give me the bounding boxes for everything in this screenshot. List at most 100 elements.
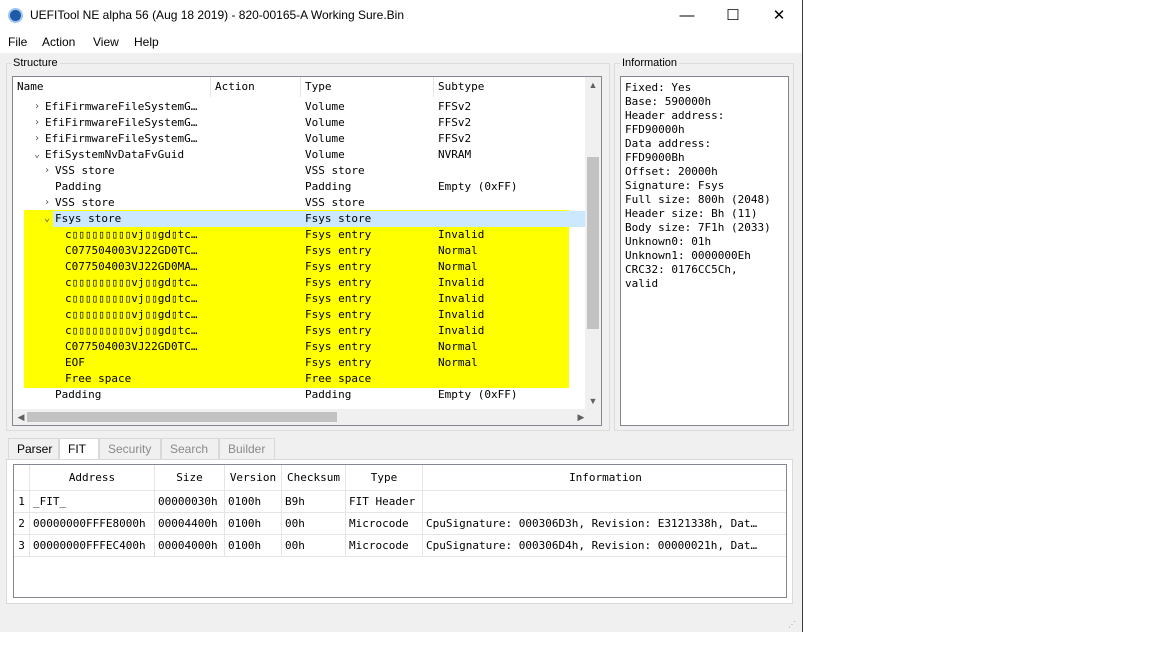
tree-row[interactable]: C077504003VJ22GD0MA… Fsys entry Normal: [13, 259, 589, 275]
menu-file[interactable]: File: [8, 35, 27, 49]
structure-tree[interactable]: Name Action Type Subtype › EfiFirmwareFil…: [12, 76, 602, 426]
fit-cell-size: 00004400h: [155, 513, 225, 535]
fit-cell-address: 00000000FFFEC400h: [30, 535, 155, 557]
fit-column-type[interactable]: Type: [346, 465, 423, 491]
tree-row[interactable]: c▯▯▯▯▯▯▯▯▯vj▯▯gd▯tc… Fsys entry Invalid: [13, 323, 589, 339]
tree-cell-type: Fsys entry: [305, 244, 372, 257]
information-line: Unknown0: 01h: [625, 235, 712, 248]
tree-row[interactable]: › EfiFirmwareFileSystemG… Volume FFSv2: [13, 131, 589, 147]
tree-row[interactable]: › VSS store VSS store: [13, 195, 589, 211]
fit-cell-information: [423, 491, 786, 513]
tree-cell-name: EfiFirmwareFileSystemG…: [45, 116, 198, 129]
expand-chevron-icon[interactable]: ›: [32, 99, 42, 115]
fit-cell-version: 0100h: [225, 491, 282, 513]
tree-cell-type: Fsys entry: [305, 260, 372, 273]
fit-column-version[interactable]: Version: [225, 465, 282, 491]
horizontal-scroll-thumb[interactable]: [27, 412, 337, 422]
fit-column-address[interactable]: Address: [30, 465, 155, 491]
tab-fit[interactable]: FIT: [59, 438, 99, 460]
tree-row[interactable]: c▯▯▯▯▯▯▯▯▯vj▯▯gd▯tc… Fsys entry Invalid: [13, 275, 589, 291]
tree-cell-type: Volume: [305, 116, 345, 129]
vertical-scrollbar[interactable]: ▲ ▼: [585, 77, 601, 409]
menu-help[interactable]: Help: [134, 35, 159, 49]
fit-table-row[interactable]: 1 _FIT_ 00000030h 0100h B9h FIT Header: [14, 491, 786, 513]
tree-cell-name: c▯▯▯▯▯▯▯▯▯vj▯▯gd▯tc…: [65, 308, 198, 321]
expand-chevron-icon[interactable]: ›: [32, 131, 42, 147]
tree-row[interactable]: Padding Padding Empty (0xFF): [13, 387, 589, 403]
fit-column-information[interactable]: Information: [423, 465, 786, 491]
fit-column-checksum[interactable]: Checksum: [282, 465, 346, 491]
tree-row[interactable]: C077504003VJ22GD0TC… Fsys entry Normal: [13, 243, 589, 259]
collapse-chevron-icon[interactable]: ⌄: [32, 147, 42, 163]
horizontal-scrollbar[interactable]: ◀ ▶: [13, 409, 589, 425]
tree-row[interactable]: EOF Fsys entry Normal: [13, 355, 589, 371]
tree-cell-name: EfiFirmwareFileSystemG…: [45, 100, 198, 113]
tree-cell-name: c▯▯▯▯▯▯▯▯▯vj▯▯gd▯tc…: [65, 228, 198, 241]
tab-security[interactable]: Security: [99, 438, 161, 459]
information-line: Full size: 800h (2048): [625, 193, 771, 206]
column-type[interactable]: Type: [301, 77, 434, 97]
expand-chevron-icon[interactable]: ›: [32, 115, 42, 131]
tree-row[interactable]: › VSS store VSS store: [13, 163, 589, 179]
tree-row[interactable]: › EfiFirmwareFileSystemG… Volume FFSv2: [13, 99, 589, 115]
tree-cell-subtype: Empty (0xFF): [438, 388, 518, 401]
minimize-button[interactable]: —: [664, 0, 710, 31]
tree-row[interactable]: › EfiFirmwareFileSystemG… Volume FFSv2: [13, 115, 589, 131]
tree-cell-subtype: Invalid: [438, 308, 485, 321]
fit-cell-checksum: B9h: [282, 491, 346, 513]
structure-label: Structure: [11, 57, 60, 69]
tree-row[interactable]: c▯▯▯▯▯▯▯▯▯vj▯▯gd▯tc… Fsys entry Invalid: [13, 307, 589, 323]
tree-cell-name: Free space: [65, 372, 132, 385]
menu-view[interactable]: View: [93, 35, 119, 49]
window-title: UEFITool NE alpha 56 (Aug 18 2019) - 820…: [30, 8, 404, 22]
fit-table-row[interactable]: 3 00000000FFFEC400h 00004000h 0100h 00h Micro…: [14, 535, 786, 557]
menu-bar: File Action View Help: [0, 31, 802, 53]
information-line: Base: 590000h: [625, 95, 712, 108]
fit-column-size[interactable]: Size: [155, 465, 225, 491]
tree-row[interactable]: c▯▯▯▯▯▯▯▯▯vj▯▯gd▯tc… Fsys entry Invalid: [13, 291, 589, 307]
tree-row[interactable]: Free space Free space: [13, 371, 589, 387]
tree-cell-name: c▯▯▯▯▯▯▯▯▯vj▯▯gd▯tc…: [65, 276, 198, 289]
tree-header: Name Action Type Subtype: [13, 77, 589, 97]
column-action[interactable]: Action: [211, 77, 301, 97]
fit-row-number: 3: [14, 535, 30, 557]
information-line: Data address:: [625, 137, 712, 150]
tree-cell-subtype: Normal: [438, 340, 478, 353]
vertical-scroll-thumb[interactable]: [587, 157, 599, 329]
tree-cell-name: VSS store: [55, 196, 115, 209]
menu-action[interactable]: Action: [42, 35, 75, 49]
scroll-up-icon[interactable]: ▲: [585, 77, 601, 93]
tab-search[interactable]: Search: [161, 438, 219, 459]
tree-row[interactable]: C077504003VJ22GD0TC… Fsys entry Normal: [13, 339, 589, 355]
information-text[interactable]: Fixed: Yes Base: 590000h Header address: FF…: [620, 76, 789, 426]
fit-cell-type: Microcode: [346, 535, 423, 557]
tree-cell-type: Fsys entry: [305, 356, 372, 369]
column-name[interactable]: Name: [13, 77, 211, 97]
collapse-chevron-icon[interactable]: ⌄: [42, 211, 52, 227]
tree-cell-type: Fsys entry: [305, 228, 372, 241]
resize-grip-icon[interactable]: ⋰: [788, 620, 798, 630]
tree-row[interactable]: ⌄ Fsys store Fsys store: [13, 211, 589, 227]
fit-table[interactable]: Address Size Version Checksum Type Infor…: [13, 464, 787, 598]
expand-chevron-icon[interactable]: ›: [42, 163, 52, 179]
tree-cell-type: Volume: [305, 132, 345, 145]
tab-builder[interactable]: Builder: [219, 438, 275, 459]
tree-row[interactable]: ⌄ EfiSystemNvDataFvGuid Volume NVRAM: [13, 147, 589, 163]
fit-table-row[interactable]: 2 00000000FFFE8000h 00004400h 0100h 00h Micro…: [14, 513, 786, 535]
tree-row[interactable]: c▯▯▯▯▯▯▯▯▯vj▯▯gd▯tc… Fsys entry Invalid: [13, 227, 589, 243]
information-line: Fixed: Yes: [625, 81, 692, 94]
fit-cell-checksum: 00h: [282, 535, 346, 557]
column-subtype[interactable]: Subtype: [434, 77, 589, 97]
information-label: Information: [620, 57, 680, 69]
tree-cell-subtype: Normal: [438, 244, 478, 257]
tree-cell-subtype: FFSv2: [438, 100, 472, 113]
close-button[interactable]: ✕: [756, 0, 802, 31]
tree-cell-name: Padding: [55, 180, 102, 193]
maximize-button[interactable]: ☐: [710, 0, 756, 31]
title-bar[interactable]: UEFITool NE alpha 56 (Aug 18 2019) - 820…: [0, 0, 802, 31]
tree-row[interactable]: Padding Padding Empty (0xFF): [13, 179, 589, 195]
expand-chevron-icon[interactable]: ›: [42, 195, 52, 211]
tab-parser[interactable]: Parser: [8, 438, 59, 459]
tree-cell-subtype: Invalid: [438, 228, 485, 241]
scroll-down-icon[interactable]: ▼: [585, 393, 601, 409]
